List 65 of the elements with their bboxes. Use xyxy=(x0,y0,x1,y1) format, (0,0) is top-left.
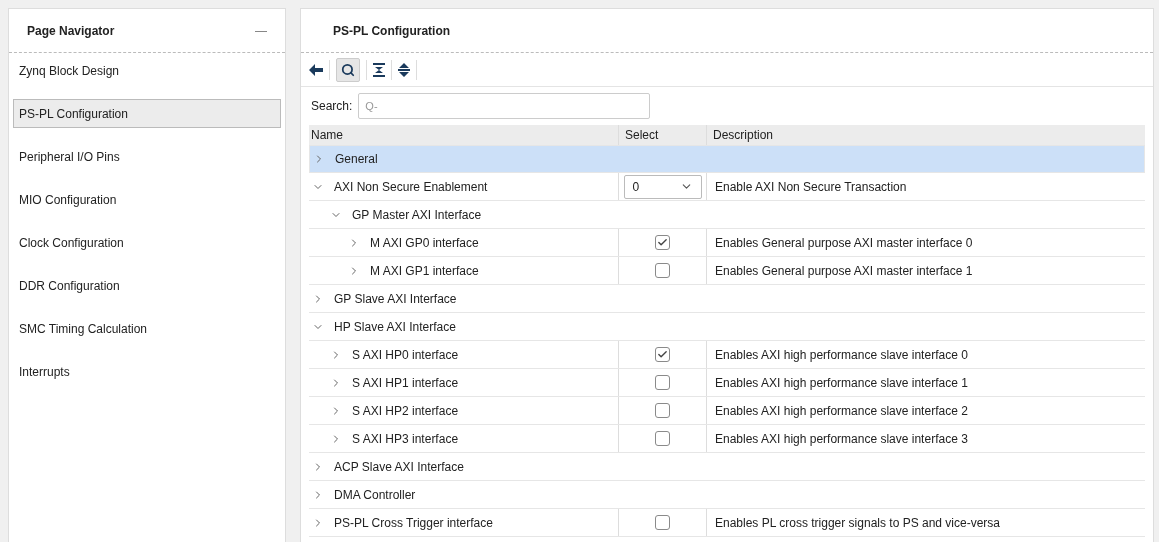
back-arrow-icon[interactable] xyxy=(309,63,323,76)
tree-row[interactable]: General xyxy=(309,145,1145,173)
column-header[interactable]: Name xyxy=(309,125,618,145)
navigator-item[interactable]: DDR Configuration xyxy=(13,271,281,300)
row-name: S AXI HP2 interface xyxy=(352,402,459,420)
row-description: Enables General purpose AXI master interface 0 xyxy=(715,234,973,252)
row-name: PS-PL Cross Trigger interface xyxy=(334,514,493,532)
row-name: HP Slave AXI Interface xyxy=(334,318,456,336)
navigator-item[interactable]: Interrupts xyxy=(13,357,281,386)
panel-title: Page Navigator xyxy=(27,22,115,40)
row-name: S AXI HP0 interface xyxy=(352,346,459,364)
row-name: DMA Controller xyxy=(334,486,416,504)
checkbox[interactable] xyxy=(655,235,670,250)
checkbox[interactable] xyxy=(655,347,670,362)
tree-row[interactable]: M AXI GP1 interface Enables General purpose AXI master interface 1 xyxy=(309,257,1145,285)
search-label: Search: xyxy=(311,98,353,115)
tree-row[interactable]: AXI Non Secure Enablement 0 Enable AXI Non Secure Transaction xyxy=(309,173,1145,201)
row-name: AXI Non Secure Enablement xyxy=(334,178,488,196)
checkbox[interactable] xyxy=(655,375,670,390)
tree-row[interactable]: S AXI HP3 interface Enables AXI high performance slave interface 3 xyxy=(309,425,1145,453)
row-name: ACP Slave AXI Interface xyxy=(334,458,464,476)
tree-row[interactable]: GP Slave AXI Interface xyxy=(309,285,1145,313)
row-description: Enables AXI high performance slave interface 0 xyxy=(715,346,968,364)
panel-title: PS-PL Configuration xyxy=(333,22,451,40)
navigator-item[interactable]: Peripheral I/O Pins xyxy=(13,142,281,171)
navigator-item[interactable]: MIO Configuration xyxy=(13,185,281,214)
row-description: Enables AXI high performance slave interface 3 xyxy=(715,430,968,448)
checkbox[interactable] xyxy=(655,431,670,446)
row-description: Enables AXI high performance slave interface 2 xyxy=(715,402,968,420)
navigator-item[interactable]: Zynq Block Design xyxy=(13,56,281,85)
checkbox[interactable] xyxy=(655,403,670,418)
row-name: S AXI HP1 interface xyxy=(352,374,459,392)
navigator-item[interactable]: SMC Timing Calculation xyxy=(13,314,281,343)
search-toggle-button[interactable] xyxy=(336,57,360,82)
navigator-item[interactable]: PS-PL Configuration xyxy=(13,99,281,128)
checkbox[interactable] xyxy=(655,263,670,278)
row-name: GP Slave AXI Interface xyxy=(334,290,457,308)
collapse-button[interactable]: — xyxy=(255,21,267,40)
row-description: Enable AXI Non Secure Transaction xyxy=(715,178,907,196)
row-description: Enables PL cross trigger signals to PS and vice-versa xyxy=(715,514,1001,532)
row-name: General xyxy=(335,151,378,168)
tree-row[interactable]: S AXI HP2 interface Enables AXI high performance slave interface 2 xyxy=(309,397,1145,425)
row-description: Enables AXI high performance slave interface 1 xyxy=(715,374,968,392)
search-field[interactable]: Q- xyxy=(358,93,651,119)
collapse-all-icon[interactable] xyxy=(373,62,385,77)
row-name: GP Master AXI Interface xyxy=(352,206,482,224)
row-name: S AXI HP3 interface xyxy=(352,430,459,448)
check-icon xyxy=(657,349,668,360)
search-icon xyxy=(341,62,355,77)
tree-row[interactable]: GP Master AXI Interface xyxy=(309,201,1145,229)
expand-all-icon[interactable] xyxy=(398,62,410,77)
row-name: M AXI GP1 interface xyxy=(370,262,479,280)
navigator-item[interactable]: Clock Configuration xyxy=(13,228,281,257)
row-description: Enables General purpose AXI master interface 1 xyxy=(715,262,973,280)
checkbox[interactable] xyxy=(655,515,670,530)
tree-row[interactable]: S AXI HP1 interface Enables AXI high performance slave interface 1 xyxy=(309,369,1145,397)
value-dropdown[interactable]: 0 xyxy=(623,174,702,199)
row-name: M AXI GP0 interface xyxy=(370,234,479,252)
tree-row[interactable]: M AXI GP0 interface Enables General purpose AXI master interface 0 xyxy=(309,229,1145,257)
tree-row[interactable]: S AXI HP0 interface Enables AXI high performance slave interface 0 xyxy=(309,341,1145,369)
tree-row[interactable]: ACP Slave AXI Interface xyxy=(309,453,1145,481)
check-icon xyxy=(657,237,668,248)
tree-row[interactable]: PS-PL Cross Trigger interface Enables PL cross trigger signals to PS and vice-versa xyxy=(309,509,1145,537)
tree-row[interactable]: HP Slave AXI Interface xyxy=(309,313,1145,341)
tree-row[interactable]: DMA Controller xyxy=(309,481,1145,509)
